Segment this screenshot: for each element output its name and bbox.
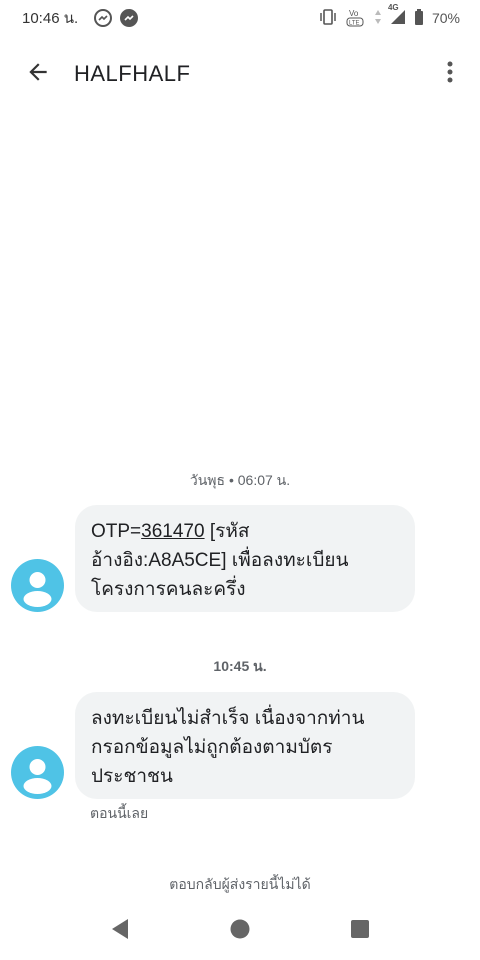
battery-icon	[414, 8, 424, 28]
square-recents-icon	[350, 919, 370, 944]
nav-recents-button[interactable]	[300, 908, 420, 954]
circle-home-icon	[229, 918, 251, 945]
date-header: วันพุธ • 06:07 น.	[0, 470, 480, 492]
messenger-outline-icon	[94, 9, 113, 27]
messenger-filled-icon	[120, 9, 139, 27]
cannot-reply-notice: ตอบกลับผู้ส่งรายนี้ไม่ได้	[169, 876, 311, 892]
more-options-button[interactable]	[426, 46, 474, 102]
person-icon	[11, 572, 64, 612]
person-icon	[11, 759, 64, 799]
message-line: ประชาชน	[91, 766, 173, 787]
vibrate-icon	[318, 8, 338, 28]
date-header: 10:45 น.	[0, 656, 480, 678]
volte-icon: Vo LTE	[346, 7, 366, 30]
message-bubble[interactable]: ลงทะเบียนไม่สำเร็จ เนื่องจากท่าน กรอกข้อ…	[75, 692, 415, 799]
system-status-icons: Vo LTE 4G 70%	[318, 3, 460, 30]
app-bar: HALFHALF	[0, 46, 480, 102]
timestamp-time: 06:07 น.	[237, 472, 291, 488]
conversation-title: HALFHALF	[74, 61, 191, 86]
nav-back-button[interactable]	[60, 908, 180, 954]
message-line: โครงการคนละครึ่ง	[91, 579, 246, 600]
svg-text:Vo: Vo	[349, 9, 359, 18]
status-bar: 10:46 น. Vo LTE 4G 70%	[0, 0, 480, 36]
avatar[interactable]	[11, 746, 64, 799]
data-arrows-icon	[374, 9, 382, 28]
message-line: อ้างอิง:A8A5CE] เพื่อลงทะเบียน	[91, 550, 349, 571]
more-vert-icon	[447, 60, 453, 89]
message-line: กรอกข้อมูลไม่ถูกต้องตามบัตร	[91, 737, 333, 758]
signal-icon: 4G	[388, 3, 406, 28]
otp-prefix: OTP=	[91, 521, 142, 542]
svg-text:LTE: LTE	[349, 20, 360, 26]
message-bubble[interactable]: OTP=361470 [รหัส อ้างอิง:A8A5CE] เพื่อลง…	[75, 505, 415, 612]
battery-percent: 70%	[431, 10, 460, 26]
arrow-back-icon	[25, 59, 51, 90]
back-button[interactable]	[10, 46, 66, 102]
message-line: OTP=361470 [รหัส	[91, 517, 399, 546]
status-time: 10:46 น.	[22, 10, 79, 27]
otp-code-link[interactable]: 361470	[141, 521, 204, 542]
avatar[interactable]	[11, 559, 64, 612]
message-text: [รหัส	[204, 521, 250, 542]
nav-home-button[interactable]	[180, 908, 300, 954]
navigation-bar	[0, 908, 480, 954]
timestamp-time: 10:45 น.	[213, 658, 267, 674]
network-type: 4G	[387, 2, 399, 12]
triangle-back-icon	[110, 918, 130, 945]
timestamp-day: วันพุธ	[189, 472, 226, 488]
notification-icons	[94, 9, 139, 27]
timestamp-separator: •	[225, 472, 238, 488]
message-status: ตอนนี้เลย	[90, 805, 149, 821]
message-line: ลงทะเบียนไม่สำเร็จ เนื่องจากท่าน	[91, 708, 365, 729]
